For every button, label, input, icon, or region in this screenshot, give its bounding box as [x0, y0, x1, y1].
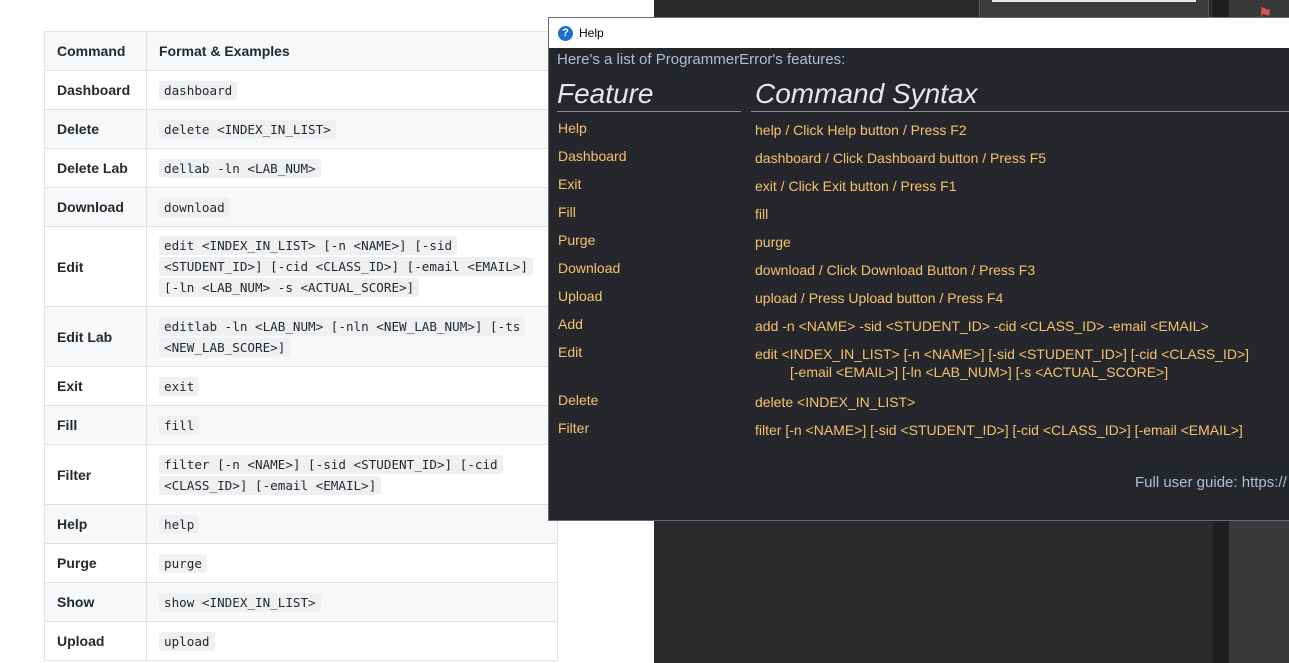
feature-name: Download: [558, 260, 621, 276]
table-row: Edit Lab editlab -ln <LAB_NUM> [-nln <NE…: [44, 306, 558, 367]
command-cell: Edit Lab: [44, 306, 147, 367]
feature-name: Dashboard: [558, 148, 627, 164]
feature-name: Upload: [558, 288, 603, 304]
feature-column-header: Feature: [557, 78, 654, 109]
feature-name: Delete: [558, 392, 599, 408]
command-column-header: Command: [44, 31, 147, 71]
format-cell: show <INDEX_IN_LIST>: [146, 582, 558, 622]
format-code: help: [159, 514, 200, 534]
feature-syntax: upload / Press Upload button / Press F4: [755, 290, 1004, 306]
format-code: fill: [159, 415, 200, 435]
format-code: editlab -ln <LAB_NUM> [-nln <NEW_LAB_NUM…: [159, 316, 526, 357]
feature-syntax: edit <INDEX_IN_LIST> [-n <NAME>] [-sid <…: [755, 346, 1250, 362]
format-cell: editlab -ln <LAB_NUM> [-nln <NEW_LAB_NUM…: [146, 306, 558, 367]
command-cell: Download: [44, 187, 147, 227]
format-code: delete <INDEX_IN_LIST>: [159, 119, 336, 139]
feature-header-divider: [557, 111, 741, 112]
table-row: Help help: [44, 504, 558, 544]
feature-name: Help: [558, 120, 587, 136]
table-row: Filter filter [-n <NAME>] [-sid <STUDENT…: [44, 444, 558, 505]
format-cell: dellab -ln <LAB_NUM>: [146, 148, 558, 188]
table-row: Dashboard dashboard: [44, 70, 558, 110]
command-cell: Help: [44, 504, 147, 544]
format-code: show <INDEX_IN_LIST>: [159, 592, 321, 612]
format-code: download: [159, 197, 230, 217]
feature-syntax: add -n <NAME> -sid <STUDENT_ID> -cid <CL…: [755, 318, 1209, 334]
command-cell: Exit: [44, 366, 147, 406]
command-cell: Fill: [44, 405, 147, 445]
help-window: ? Help Here's a list of ProgrammerError'…: [548, 17, 1289, 521]
command-summary-table: Command Format & Examples Dashboard dash…: [44, 31, 558, 661]
command-cell: Dashboard: [44, 70, 147, 110]
table-row: Edit edit <INDEX_IN_LIST> [-n <NAME>] [-…: [44, 226, 558, 307]
format-code: purge: [159, 553, 207, 573]
format-code: exit: [159, 376, 200, 396]
syntax-column-header: Command Syntax: [755, 78, 978, 109]
syntax-header-divider: [751, 111, 1289, 112]
feature-name: Filter: [558, 420, 590, 436]
format-cell: download: [146, 187, 558, 227]
command-cell: Edit: [44, 226, 147, 307]
feature-syntax: delete <INDEX_IN_LIST>: [755, 394, 916, 410]
feature-syntax: dashboard / Click Dashboard button / Pre…: [755, 150, 1047, 166]
table-row: Fill fill: [44, 405, 558, 445]
format-code: edit <INDEX_IN_LIST> [-n <NAME>] [-sid <…: [159, 236, 533, 297]
format-cell: edit <INDEX_IN_LIST> [-n <NAME>] [-sid <…: [146, 226, 558, 307]
command-cell: Upload: [44, 621, 147, 661]
format-code: upload: [159, 631, 215, 651]
format-code: dashboard: [159, 80, 238, 100]
format-cell: fill: [146, 405, 558, 445]
feature-syntax: help / Click Help button / Press F2: [755, 122, 967, 138]
command-cell: Delete: [44, 109, 147, 149]
table-row: Show show <INDEX_IN_LIST>: [44, 582, 558, 622]
feature-name: Fill: [558, 204, 576, 220]
table-row: Purge purge: [44, 543, 558, 583]
table-row: Upload upload: [44, 621, 558, 661]
feature-syntax: purge: [755, 234, 791, 250]
feature-name: Edit: [558, 344, 583, 360]
table-header-row: Command Format & Examples: [44, 31, 558, 71]
feature-name: Add: [558, 316, 583, 332]
format-column-header: Format & Examples: [146, 31, 558, 71]
format-cell: exit: [146, 366, 558, 406]
format-cell: upload: [146, 621, 558, 661]
feature-syntax: filter [-n <NAME>] [-sid <STUDENT_ID>] […: [755, 422, 1243, 438]
app-panel-bar: [992, 0, 1196, 2]
feature-syntax-continued: [-email <EMAIL>] [-ln <LAB_NUM>] [-s <AC…: [790, 364, 1169, 380]
table-row: Delete delete <INDEX_IN_LIST>: [44, 109, 558, 149]
format-cell: delete <INDEX_IN_LIST>: [146, 109, 558, 149]
table-row: Download download: [44, 187, 558, 227]
command-cell: Purge: [44, 543, 147, 583]
feature-syntax: fill: [755, 206, 769, 222]
format-cell: help: [146, 504, 558, 544]
question-icon: ?: [558, 25, 573, 41]
feature-name: Purge: [558, 232, 596, 248]
format-cell: filter [-n <NAME>] [-sid <STUDENT_ID>] […: [146, 444, 558, 505]
command-cell: Filter: [44, 444, 147, 505]
user-guide-link[interactable]: Full user guide: https://: [1135, 474, 1287, 491]
feature-syntax: exit / Click Exit button / Press F1: [755, 178, 957, 194]
command-cell: Show: [44, 582, 147, 622]
format-cell: purge: [146, 543, 558, 583]
help-body: Here's a list of ProgrammerError's featu…: [549, 48, 1289, 520]
format-code: dellab -ln <LAB_NUM>: [159, 158, 321, 178]
help-window-title: Help: [579, 26, 604, 40]
format-code: filter [-n <NAME>] [-sid <STUDENT_ID>] […: [159, 454, 503, 495]
feature-syntax: download / Click Download Button / Press…: [755, 262, 1036, 278]
table-row: Exit exit: [44, 366, 558, 406]
table-row: Delete Lab dellab -ln <LAB_NUM>: [44, 148, 558, 188]
command-cell: Delete Lab: [44, 148, 147, 188]
help-titlebar[interactable]: ? Help: [549, 18, 1289, 48]
help-intro-text: Here's a list of ProgrammerError's featu…: [557, 51, 846, 68]
format-cell: dashboard: [146, 70, 558, 110]
feature-name: Exit: [558, 176, 582, 192]
